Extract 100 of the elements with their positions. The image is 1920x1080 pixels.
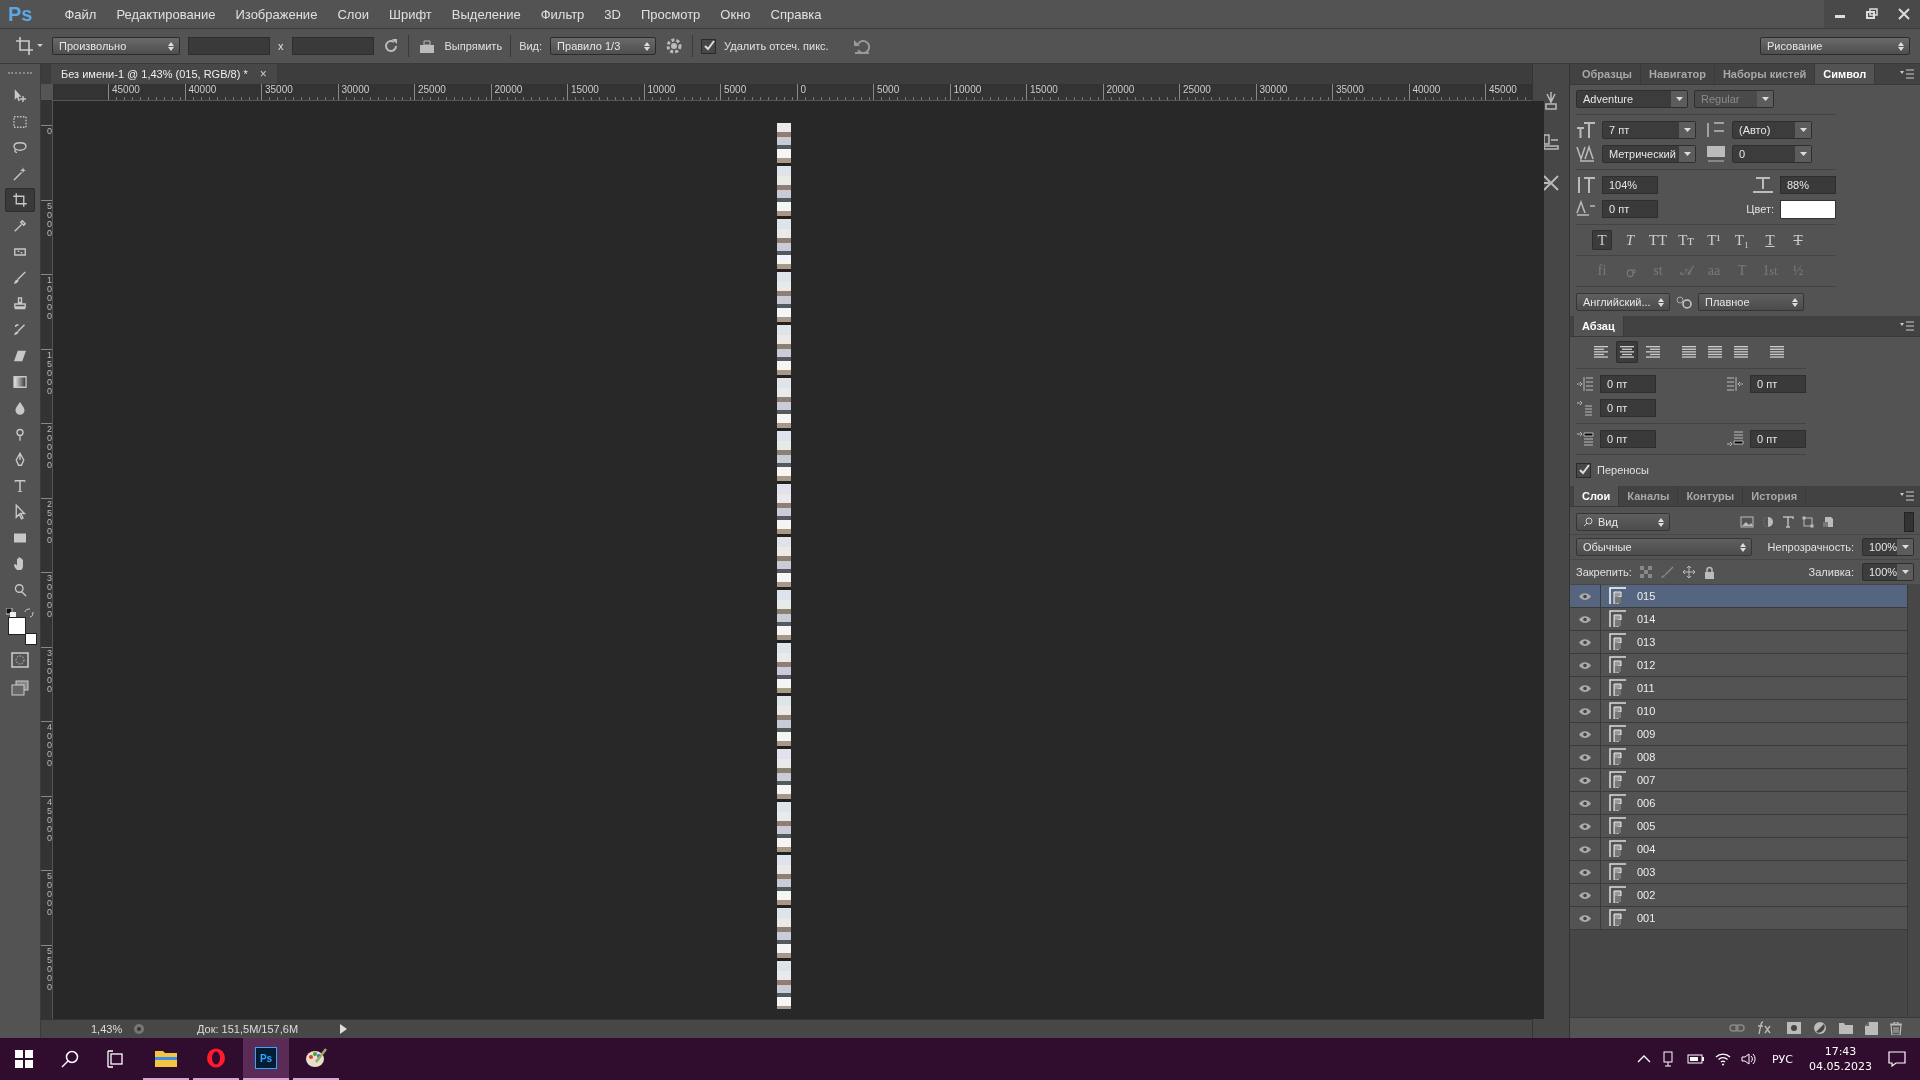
layer-row[interactable]: 011 [1570,677,1907,700]
layer-row[interactable]: 008 [1570,746,1907,769]
space-after-field[interactable]: 0 пт [1750,430,1806,448]
task-view-icon[interactable] [107,1050,125,1068]
reset-icon[interactable] [852,37,872,55]
blend-mode-dropdown[interactable]: Обычные [1576,538,1752,556]
screen-mode-icon[interactable] [11,680,29,696]
eye-icon[interactable] [1578,683,1592,693]
menu-item[interactable]: Фильтр [530,6,595,22]
tracking-field[interactable]: 0 [1732,145,1812,163]
menu-item[interactable]: Изображение [225,6,328,22]
crop-tool-icon[interactable] [14,36,44,56]
panel-tab[interactable]: Образцы [1574,64,1641,84]
windows-logo-icon[interactable] [15,1050,33,1068]
width-input-field[interactable] [188,37,270,55]
move-arrows-icon[interactable] [1681,565,1696,579]
image-filter-icon[interactable] [1740,516,1754,528]
eye-icon[interactable] [1578,637,1592,647]
background-color-swatch[interactable] [25,633,37,645]
eye-icon[interactable] [1578,614,1592,624]
menu-item[interactable]: Файл [54,6,107,22]
dropdown-caret-button[interactable] [1897,539,1913,555]
menu-item[interactable]: 3D [594,6,631,22]
menu-item[interactable]: Справка [760,6,832,22]
clone-source-icon[interactable] [1542,132,1560,152]
dropdown-caret-button[interactable] [1679,122,1695,138]
opacity-field[interactable]: 100% [1862,538,1914,556]
panel-menu-icon[interactable] [1900,491,1914,501]
close-tab-button[interactable]: × [259,67,267,81]
foreground-color-swatch[interactable] [8,617,26,635]
panel-tab[interactable]: Слои [1574,486,1620,506]
panel-tab[interactable]: Навигатор [1640,64,1715,84]
menu-item[interactable]: Шрифт [379,6,442,22]
layer-row[interactable]: 009 [1570,723,1907,746]
ratio-dropdown[interactable]: Произвольно [52,37,180,55]
photoshop-taskbar-button[interactable]: Ps [243,1038,289,1080]
lock-icon[interactable] [1703,565,1715,579]
dropdown-caret-button[interactable] [1757,91,1773,107]
shape-filter-icon[interactable] [1802,516,1814,528]
layer-row[interactable]: 003 [1570,861,1907,884]
quick-mask-icon[interactable] [11,652,29,668]
layer-row[interactable]: 001 [1570,907,1907,930]
font-family-dropdown[interactable]: Adventure [1576,90,1688,108]
menu-item[interactable]: Окно [710,6,761,22]
first-line-indent-field[interactable]: 0 пт [1600,399,1656,417]
eye-icon[interactable] [1578,706,1592,716]
panel-tab[interactable]: Контуры [1678,486,1744,506]
panel-menu-icon[interactable] [1900,69,1914,79]
baseline-shift-field[interactable]: 0 пт [1602,200,1658,218]
layer-filter-dropdown[interactable]: Вид [1576,513,1670,531]
indent-left-field[interactable]: 0 пт [1600,375,1656,393]
tools-preset-icon[interactable] [1542,174,1560,192]
brush-preset-icon[interactable] [1542,90,1560,110]
leading-field[interactable]: (Авто) [1732,121,1812,139]
space-before-field[interactable]: 0 пт [1600,430,1656,448]
menu-item[interactable]: Просмотр [630,6,711,22]
text-style-button[interactable]: T [1788,230,1808,250]
layer-row[interactable]: 006 [1570,792,1907,815]
crop-tool-button[interactable] [5,188,35,212]
default-colors-icon[interactable] [6,608,16,618]
layer-row[interactable]: 005 [1570,815,1907,838]
menu-item[interactable]: Редактирование [106,6,226,22]
eye-icon[interactable] [1578,591,1592,601]
text-style-button[interactable]: T¹ [1704,230,1724,250]
menu-item[interactable]: Выделение [441,6,531,22]
text-style-button[interactable]: T [1760,230,1780,250]
vertical-scale-field[interactable]: 104% [1602,176,1658,194]
height-input-field[interactable] [291,37,374,55]
clock[interactable]: 17:43 04.05.2023 [1809,1044,1872,1074]
type-filter-icon[interactable] [1782,516,1794,528]
eye-icon[interactable] [1578,752,1592,762]
fill-field[interactable]: 100% [1862,563,1914,581]
expand-arrow-icon[interactable] [339,1024,347,1034]
eye-icon[interactable] [1578,890,1592,900]
text-style-button[interactable]: T [1592,230,1612,250]
dropdown-caret-button[interactable] [1795,122,1811,138]
notification-icon[interactable] [1888,1051,1906,1067]
eye-icon[interactable] [1578,798,1592,808]
swap-icon[interactable] [24,608,34,618]
layer-row[interactable]: 012 [1570,654,1907,677]
panel-tab[interactable]: Каналы [1619,486,1679,506]
text-style-button[interactable]: T [1620,230,1640,250]
eye-icon[interactable] [1578,660,1592,670]
mask-icon[interactable] [1787,1022,1801,1034]
status-icon[interactable] [133,1023,145,1035]
wifi-icon[interactable] [1715,1052,1731,1066]
eye-icon[interactable] [1578,821,1592,831]
checkbox[interactable] [1576,462,1591,478]
eye-icon[interactable] [1578,867,1592,877]
anti-alias-dropdown[interactable]: Плавное [1698,293,1804,311]
chevron-up-icon[interactable] [1637,1054,1651,1064]
close-icon[interactable] [1897,8,1911,20]
adjustment-filter-icon[interactable] [1762,516,1774,528]
layer-row[interactable]: 013 [1570,631,1907,654]
kerning-dropdown[interactable]: Метрический [1602,145,1696,163]
zoom-level[interactable]: 1,43% [91,1023,121,1035]
eye-icon[interactable] [1578,729,1592,739]
layer-row[interactable]: 002 [1570,884,1907,907]
restore-icon[interactable] [1865,8,1879,20]
font-size-field[interactable]: 7 пт [1602,121,1696,139]
